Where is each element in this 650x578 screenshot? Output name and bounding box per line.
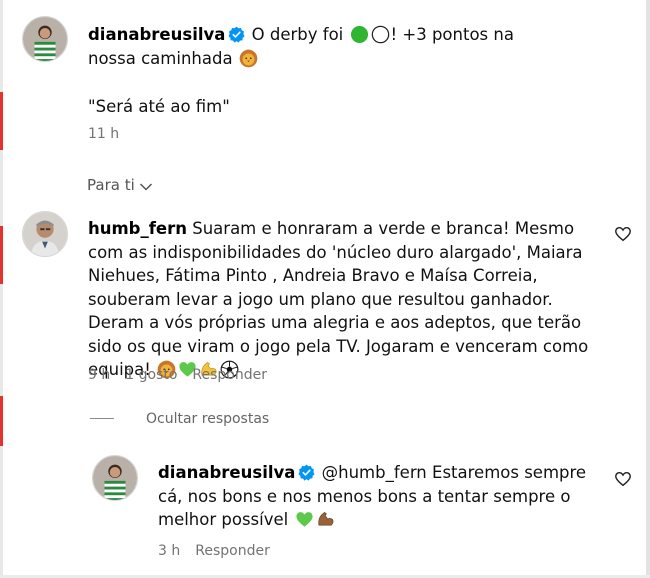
commenter-avatar[interactable] [22,211,68,257]
reply-mention[interactable]: @humb_fern [322,463,427,482]
post-username[interactable]: dianabreusilva [88,25,225,44]
reply-author-avatar[interactable] [92,455,138,501]
red-edge-marker [0,396,3,446]
avatar-photo [93,456,137,500]
verified-badge-icon [298,464,315,481]
avatar-photo [23,17,67,61]
avatar-photo [23,212,67,256]
thread-line [90,418,114,419]
hide-replies-label: Ocultar respostas [146,411,270,427]
window-edge-left [0,0,3,578]
white-circle-icon [371,25,389,44]
comment-meta: 9 h 1 gosto Responder [88,367,267,383]
comment-body: humb_fern Suaram e honraram a verde e br… [88,217,603,382]
post-text-part1: O derby foi [251,25,344,44]
verified-badge-icon [228,26,245,43]
reply-like-button[interactable] [614,470,632,488]
reply-meta: 3 h Responder [158,543,270,559]
window-edge-right [646,0,650,578]
chevron-down-icon [139,183,152,191]
green-heart-icon [295,512,313,527]
comment-text: Suaram e honraram a verde e branca! Mesm… [88,219,589,379]
comment-reply-button[interactable]: Responder [192,367,267,383]
green-circle-icon [350,25,368,44]
comment-like-button[interactable] [614,225,632,243]
reply-timestamp[interactable]: 3 h [158,543,180,559]
comment-sort-dropdown[interactable]: Para ti [87,176,153,194]
post-author-avatar[interactable] [22,16,68,62]
reply-username[interactable]: dianabreusilva [158,463,295,482]
post-caption: dianabreusilva O derby foi ! +3 pontos n… [88,23,548,70]
red-edge-marker [0,92,3,150]
heart-outline-icon [615,471,631,487]
reply-body: dianabreusilva @humb_fern Estaremos semp… [158,461,598,532]
comment-likes-count[interactable]: 1 gosto [125,367,177,383]
flexed-biceps-icon [317,512,333,526]
post-quote: "Será até ao fim" [88,97,230,116]
comment-username[interactable]: humb_fern [88,219,187,238]
sort-label: Para ti [87,176,135,194]
red-edge-marker [0,226,3,284]
post-timestamp[interactable]: 11 h [88,126,119,142]
reply-reply-button[interactable]: Responder [195,543,270,559]
comment-timestamp[interactable]: 9 h [88,367,110,383]
lion-face-icon [239,49,258,67]
heart-outline-icon [615,226,631,242]
hide-replies-toggle[interactable]: Ocultar respostas [90,411,269,427]
